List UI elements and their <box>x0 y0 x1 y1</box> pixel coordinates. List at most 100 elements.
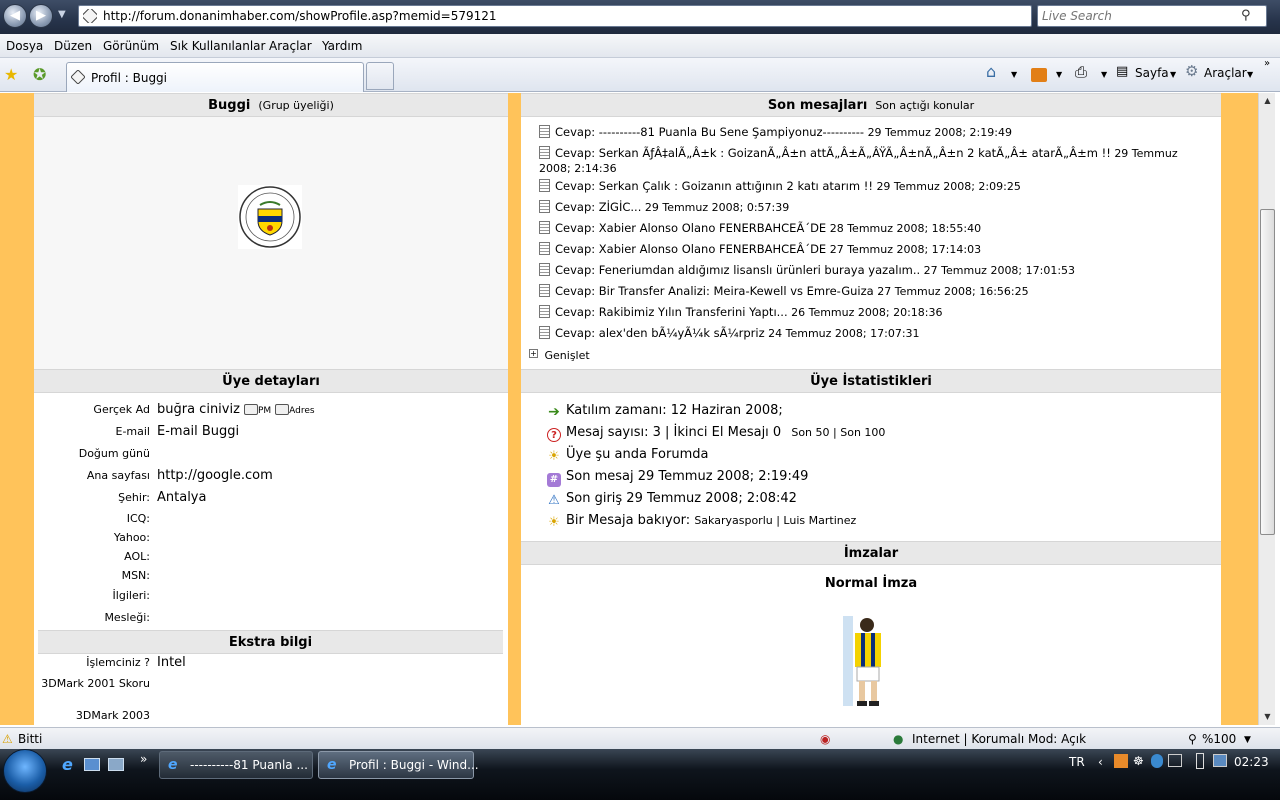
document-icon <box>539 326 550 339</box>
menu-gorunum[interactable]: Görünüm <box>103 39 159 53</box>
address-icon[interactable] <box>275 404 290 415</box>
back-button[interactable]: ◀ <box>3 4 27 28</box>
message-item[interactable]: Cevap: alex'den bÃ¼yÃ¼k sÃ¼rpriz 24 Temm… <box>539 326 1199 341</box>
message-title[interactable]: Cevap: ----------81 Puanla Bu Sene Şampi… <box>555 125 864 139</box>
language-indicator[interactable]: TR <box>1069 755 1085 769</box>
message-title[interactable]: Cevap: Xabier Alonso Olano FENERBAHCEÃ´D… <box>555 221 826 235</box>
message-title[interactable]: Cevap: Serkan ÃƒÂ‡alÃ„Â±k : GoizanÃ„Â±n … <box>555 146 1111 160</box>
start-button[interactable] <box>3 749 47 793</box>
pm-link[interactable]: PM <box>258 406 271 416</box>
address-field[interactable]: http://forum.donanimhaber.com/showProfil… <box>78 5 1102 27</box>
signature-title: İmzalar <box>843 546 899 561</box>
message-title[interactable]: Cevap: Xabier Alonso Olano FENERBAHCEÂ´D… <box>555 242 826 256</box>
message-item[interactable]: Cevap: ZİGİC... 29 Temmuz 2008; 0:57:39 <box>539 200 1199 215</box>
message-title[interactable]: Cevap: Feneriumdan aldığımız lisanslı ür… <box>555 263 920 277</box>
zoom-dropdown-icon[interactable]: ▼ <box>1244 735 1251 745</box>
search-icon[interactable]: ⚲ <box>1241 8 1251 23</box>
homepage-link[interactable]: http://google.com <box>157 468 273 483</box>
plus-icon[interactable]: + <box>529 349 538 358</box>
forward-button[interactable]: ▶ <box>29 4 53 28</box>
field-label: Gerçek Ad <box>93 403 150 416</box>
profile-panel: Buggi (Grup üyeliği) Üye detayları Gerçek… <box>34 93 508 725</box>
scroll-down-icon[interactable]: ▼ <box>1259 709 1276 725</box>
tools-dropdown-icon[interactable]: ▼ <box>1247 70 1253 79</box>
menu-yardim[interactable]: Yardım <box>322 39 362 53</box>
home-icon[interactable]: ⌂ <box>986 62 996 81</box>
last-topics-link[interactable]: Son açtığı konular <box>875 99 974 112</box>
message-item[interactable]: Cevap: Serkan Çalık : Goizanın attığının… <box>539 179 1199 194</box>
desktop-icon[interactable] <box>84 758 100 771</box>
chevron-more-icon[interactable]: » <box>1264 58 1270 69</box>
scroll-thumb[interactable] <box>1260 209 1275 535</box>
add-favorites-icon[interactable]: ✪ <box>33 65 46 84</box>
taskbar-item[interactable]: e ----------81 Puanla ... <box>159 751 313 779</box>
activity-panel: Son mesajları Son açtığı konular Cevap: -… <box>521 93 1221 725</box>
message-title[interactable]: Cevap: Bir Transfer Analizi: Meira-Kewel… <box>555 284 874 298</box>
message-item[interactable]: Cevap: Feneriumdan aldığımız lisanslı ür… <box>539 263 1199 278</box>
feeds-icon[interactable] <box>1031 68 1047 82</box>
menu-duzen[interactable]: Düzen <box>54 39 92 53</box>
menu-dosya[interactable]: Dosya <box>6 39 43 53</box>
message-title[interactable]: Cevap: Serkan Çalık : Goizanın attığının… <box>555 179 873 193</box>
last50-link[interactable]: Son 50 <box>791 426 829 439</box>
signature-image <box>821 611 921 711</box>
ie-quicklaunch-icon[interactable]: e <box>62 755 73 774</box>
home-dropdown-icon[interactable]: ▼ <box>1011 70 1017 79</box>
history-dropdown-icon[interactable]: ▼ <box>58 9 66 20</box>
viewing-link[interactable]: Sakaryasporlu | Luis Martinez <box>694 514 856 527</box>
favorites-star-icon[interactable]: ★ <box>4 65 18 84</box>
email-link[interactable]: E-mail Buggi <box>157 424 239 439</box>
message-item[interactable]: Cevap: Xabier Alonso Olano FENERBAHCEÂ´D… <box>539 242 1199 257</box>
clock[interactable]: 02:23 <box>1234 755 1269 769</box>
message-title[interactable]: Cevap: alex'den bÃ¼yÃ¼k sÃ¼rpriz <box>555 326 765 340</box>
vertical-scrollbar[interactable]: ▲ ▼ <box>1258 93 1275 725</box>
pm-icon[interactable] <box>243 404 258 415</box>
zoom-level[interactable]: %100 <box>1202 732 1236 746</box>
print-icon[interactable]: ⎙ <box>1075 63 1087 81</box>
search-field[interactable]: ⚲ <box>1037 5 1267 27</box>
page-dropdown-icon[interactable]: ▼ <box>1170 70 1176 79</box>
tools-menu-button[interactable]: Araçlar <box>1204 66 1247 80</box>
message-item[interactable]: Cevap: Rakibimiz Yılın Transferini Yaptı… <box>539 305 1199 320</box>
document-icon <box>539 125 550 138</box>
scroll-up-icon[interactable]: ▲ <box>1259 93 1276 109</box>
menu-araclar[interactable]: Araçlar <box>269 39 312 53</box>
tray-app-icon[interactable] <box>1114 754 1128 768</box>
field-row: 3DMark 2003 <box>34 709 508 725</box>
tray-expand-icon[interactable]: ‹ <box>1098 755 1103 769</box>
expand-label[interactable]: Genişlet <box>545 349 590 362</box>
message-item[interactable]: Cevap: ----------81 Puanla Bu Sene Şampi… <box>539 125 1199 140</box>
message-title[interactable]: Cevap: Rakibimiz Yılın Transferini Yaptı… <box>555 305 788 319</box>
tab-bar: ★ ✪ Profil : Buggi ⌂ ▼ ▼ ⎙ ▼ ▤ Sayfa ▼ ⚙… <box>0 58 1280 92</box>
expand-link[interactable]: + Genişlet <box>529 349 590 362</box>
privacy-icon[interactable]: ◉ <box>820 732 830 746</box>
tray-monitor-icon[interactable] <box>1168 754 1182 767</box>
message-item[interactable]: Cevap: Serkan ÃƒÂ‡alÃ„Â±k : GoizanÃ„Â±n … <box>539 146 1199 176</box>
lightbulb-icon: ☀ <box>548 449 560 464</box>
switch-windows-icon[interactable] <box>108 758 124 771</box>
print-dropdown-icon[interactable]: ▼ <box>1101 70 1107 79</box>
status-text: Bitti <box>18 732 43 746</box>
taskbar-item-active[interactable]: e Profil : Buggi - Wind... <box>318 751 479 779</box>
chevron-more-icon[interactable]: » <box>140 752 147 766</box>
zoom-icon[interactable]: ⚲ <box>1188 732 1197 746</box>
document-icon <box>539 200 550 213</box>
address-link[interactable]: Adres <box>289 406 314 416</box>
url-text[interactable]: http://forum.donanimhaber.com/showProfil… <box>103 9 497 23</box>
network-icon[interactable]: ☸ <box>1133 754 1144 768</box>
last-message-text: Son mesaj 29 Temmuz 2008; 2:19:49 <box>566 469 809 484</box>
search-input[interactable] <box>1042 9 1232 23</box>
new-tab-button[interactable] <box>366 62 394 90</box>
stats-title: Üye İstatistikleri <box>810 374 932 389</box>
tab-profile[interactable]: Profil : Buggi <box>66 62 364 92</box>
message-item[interactable]: Cevap: Bir Transfer Analizi: Meira-Kewel… <box>539 284 1199 299</box>
battery-icon[interactable] <box>1196 753 1204 769</box>
message-title[interactable]: Cevap: ZİGİC... <box>555 200 641 214</box>
feeds-dropdown-icon[interactable]: ▼ <box>1056 70 1062 79</box>
page-menu-button[interactable]: Sayfa <box>1135 66 1169 80</box>
menu-sik-kullanilanlar[interactable]: Sık Kullanılanlar <box>170 39 265 53</box>
tray-update-icon[interactable] <box>1151 754 1163 768</box>
last100-link[interactable]: Son 100 <box>840 426 885 439</box>
tray-network-icon[interactable] <box>1213 754 1227 767</box>
message-item[interactable]: Cevap: Xabier Alonso Olano FENERBAHCEÃ´D… <box>539 221 1199 236</box>
